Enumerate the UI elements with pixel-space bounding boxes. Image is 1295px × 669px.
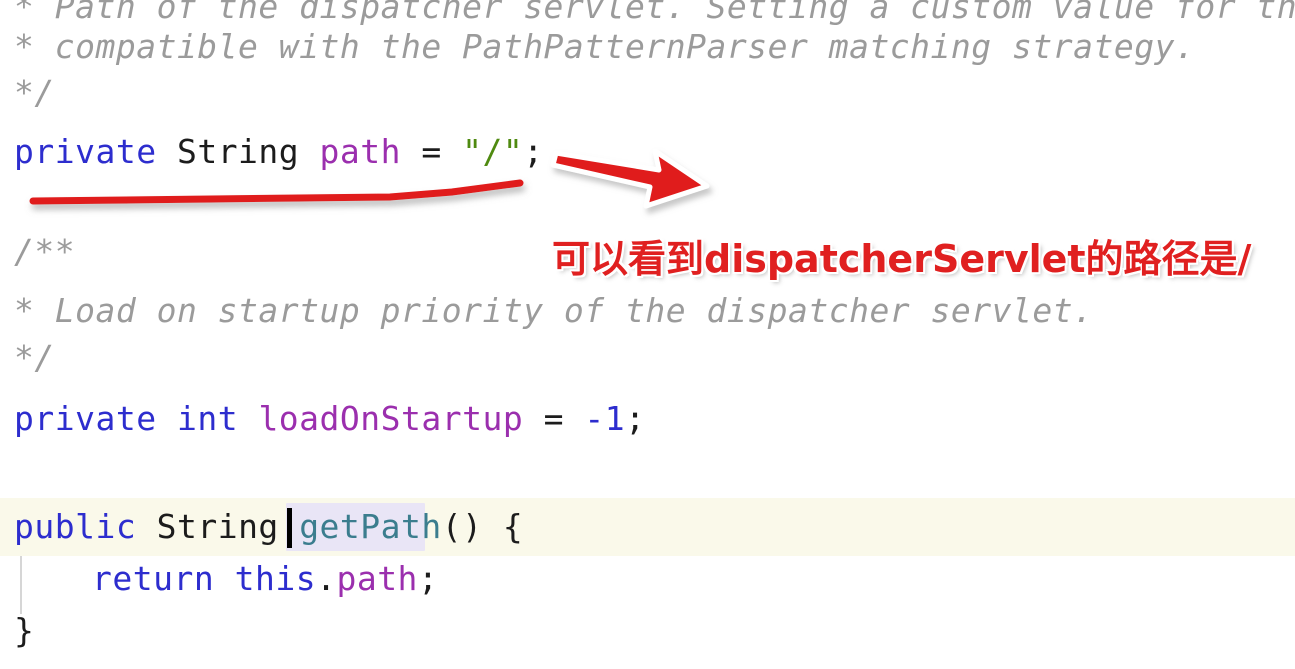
- code-line-close-brace[interactable]: }: [0, 606, 1295, 656]
- code-line-method-get-path[interactable]: public String getPath() {: [0, 502, 1295, 552]
- keyword-return: return: [92, 559, 215, 598]
- field-name-load-on-startup: loadOnStartup: [258, 399, 524, 438]
- open-brace: {: [502, 507, 524, 546]
- parentheses: (): [441, 507, 483, 546]
- code-line-comment-close-1[interactable]: */: [0, 68, 1295, 118]
- code-line-return-this-path[interactable]: return this.path;: [0, 554, 1295, 604]
- code-line-field-path[interactable]: private String path = "/";: [0, 127, 1295, 177]
- semicolon: ;: [417, 559, 439, 598]
- code-editor-viewport[interactable]: * Path of the dispatcher servlet. Settin…: [0, 0, 1295, 669]
- number-literal-minus-one: -1: [584, 399, 626, 438]
- code-line-comment-load-on-startup[interactable]: * Load on startup priority of the dispat…: [0, 286, 1295, 336]
- code-line-comment-compatible-pathpatternparser[interactable]: * compatible with the PathPatternParser …: [0, 22, 1295, 72]
- keyword-public: public: [14, 507, 137, 546]
- operator-equals: =: [421, 132, 442, 171]
- dot-operator: .: [316, 559, 337, 598]
- keyword-this: this: [234, 559, 317, 598]
- semicolon: ;: [523, 132, 544, 171]
- semicolon: ;: [625, 399, 646, 438]
- field-name-path: path: [319, 132, 402, 171]
- code-line-comment-open-2[interactable]: /**: [0, 227, 1295, 277]
- operator-equals: =: [543, 399, 564, 438]
- type-string: String: [176, 132, 300, 171]
- string-literal-slash: "/": [462, 132, 524, 171]
- type-string: String: [156, 507, 279, 546]
- keyword-private: private: [14, 399, 157, 438]
- code-line-comment-close-2[interactable]: */: [0, 333, 1295, 383]
- keyword-int: int: [176, 399, 239, 438]
- method-name-getpath: getPath: [299, 507, 442, 546]
- code-line-field-load-on-startup[interactable]: private int loadOnStartup = -1;: [0, 394, 1295, 444]
- field-reference-path: path: [336, 559, 418, 598]
- keyword-private: private: [14, 132, 157, 171]
